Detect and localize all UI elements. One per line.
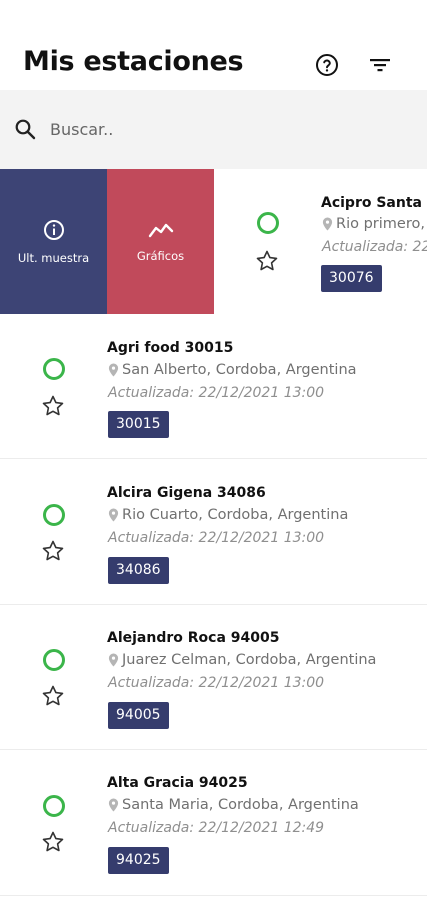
station-name: Acipro Santa M — [321, 195, 427, 211]
station-location: San Alberto, Cordoba, Argentina — [108, 362, 357, 378]
charts-label: Gráficos — [136, 248, 185, 263]
location-pin-icon — [108, 363, 119, 377]
station-location: Rio Cuarto, Cordoba, Argentina — [108, 507, 348, 523]
station-location: Rio primero, C — [322, 216, 427, 232]
station-code-badge: 30015 — [108, 411, 169, 438]
station-row[interactable]: Agri food 30015 San Alberto, Cordoba, Ar… — [0, 314, 427, 459]
status-online-icon — [43, 358, 65, 380]
station-location: Santa Maria, Cordoba, Argentina — [108, 797, 359, 813]
star-icon[interactable] — [41, 830, 65, 854]
search-input[interactable] — [50, 116, 380, 142]
chart-icon — [148, 221, 174, 243]
star-icon[interactable] — [41, 539, 65, 563]
status-online-icon — [43, 649, 65, 671]
star-icon[interactable] — [255, 249, 279, 273]
station-row[interactable]: Alta Gracia 94025 Santa Maria, Cordoba, … — [0, 751, 427, 896]
station-updated: Actualizada: 22 — [322, 239, 427, 255]
station-code-badge: 94025 — [108, 847, 169, 874]
station-name: Alcira Gigena 34086 — [107, 485, 266, 501]
station-updated: Actualizada: 22/12/2021 12:49 — [108, 820, 325, 836]
station-name: Agri food 30015 — [107, 340, 234, 356]
info-icon — [43, 219, 65, 245]
star-icon[interactable] — [41, 394, 65, 418]
station-location-text: Juarez Celman, Cordoba, Argentina — [122, 652, 377, 668]
app-header: Mis estaciones — [0, 0, 427, 90]
status-online-icon — [43, 795, 65, 817]
station-code-badge: 94005 — [108, 702, 169, 729]
location-pin-icon — [108, 798, 119, 812]
station-code-badge: 34086 — [108, 557, 169, 584]
station-row[interactable]: Acipro Santa M Rio primero, C Actualizad… — [214, 169, 427, 314]
help-icon[interactable] — [314, 52, 340, 78]
station-location-text: San Alberto, Cordoba, Argentina — [122, 362, 357, 378]
charts-action[interactable]: Gráficos — [107, 169, 214, 314]
station-updated: Actualizada: 22/12/2021 13:00 — [108, 675, 325, 691]
status-online-icon — [43, 504, 65, 526]
station-location-text: Rio Cuarto, Cordoba, Argentina — [122, 507, 349, 523]
location-pin-icon — [108, 508, 119, 522]
station-location-text: Santa Maria, Cordoba, Argentina — [122, 797, 359, 813]
station-updated: Actualizada: 22/12/2021 13:00 — [108, 530, 325, 546]
filter-icon[interactable] — [367, 52, 393, 78]
station-updated: Actualizada: 22/12/2021 13:00 — [108, 385, 325, 401]
location-pin-icon — [108, 653, 119, 667]
search-icon — [14, 118, 36, 140]
station-location: Juarez Celman, Cordoba, Argentina — [108, 652, 376, 668]
last-sample-action[interactable]: Ult. muestra — [0, 169, 107, 314]
station-location-text: Rio primero, C — [336, 216, 427, 232]
station-row[interactable]: Alejandro Roca 94005 Juarez Celman, Cord… — [0, 605, 427, 750]
station-row[interactable]: Alcira Gigena 34086 Rio Cuarto, Cordoba,… — [0, 460, 427, 605]
location-pin-icon — [322, 217, 333, 231]
page-title: Mis estaciones — [23, 46, 244, 77]
station-name: Alejandro Roca 94005 — [107, 630, 280, 646]
last-sample-label: Ult. muestra — [17, 250, 90, 265]
station-name: Alta Gracia 94025 — [107, 775, 248, 791]
status-online-icon — [257, 212, 279, 234]
station-code-badge: 30076 — [321, 265, 382, 292]
star-icon[interactable] — [41, 684, 65, 708]
